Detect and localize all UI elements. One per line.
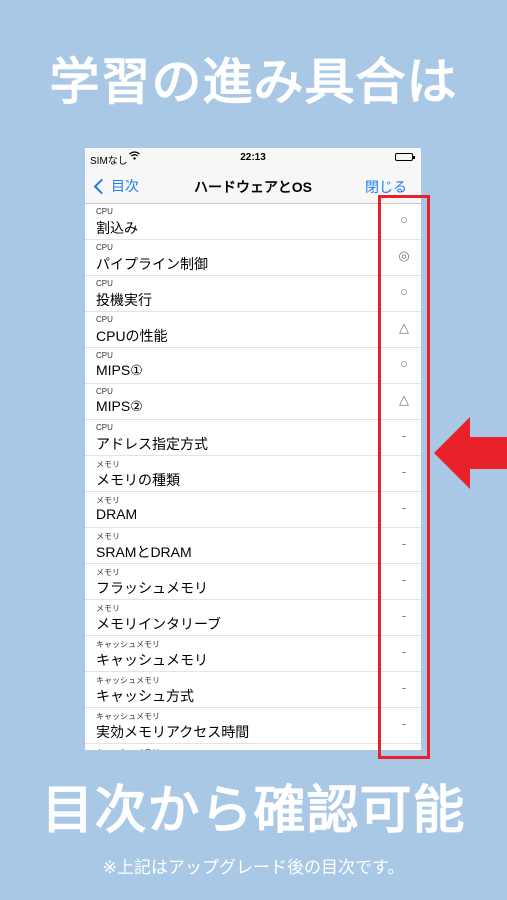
list-item[interactable]: キャッシュメモリ キャッシュメモリ - [85,636,421,672]
list-item-title: MIPS② [96,398,143,414]
list-item-category: キャッシュメモリ [96,712,160,721]
list-item-title: アドレス指定方式 [96,436,208,452]
list-item[interactable]: メモリ メモリインタリーブ - [85,600,421,636]
list-item-category: キャッシュメモリ [96,676,160,685]
list-item[interactable]: キャッシュメモリ キャッシュ方式 - [85,672,421,708]
list-item-category: メモリ [96,604,120,613]
battery-icon [395,153,415,161]
list-item-title: パイプライン制御 [96,256,208,272]
status-time: 22:13 [240,152,266,163]
list-item-category: CPU [96,351,113,360]
list-item[interactable]: CPU MIPS② △ [85,384,421,420]
list-item-title: メモリインタリーブ [96,616,222,632]
list-item[interactable]: キャッシュメモリ [85,744,421,750]
list-item-category: キャッシュメモリ [96,747,160,750]
list-item-title: キャッシュメモリ [96,652,208,668]
list-item-category: メモリ [96,496,120,505]
list-item[interactable]: CPU パイプライン制御 ◎ [85,240,421,276]
list-item[interactable]: CPU アドレス指定方式 - [85,420,421,456]
list-item-category: CPU [96,279,113,288]
list-item-title: DRAM [96,506,138,522]
list-item-category: メモリ [96,568,120,577]
headline-top: 学習の進み具合は [49,53,458,111]
list-item[interactable]: メモリ DRAM - [85,492,421,528]
list-item-title: 割込み [96,220,138,236]
list-item[interactable]: CPU 割込み ○ [85,204,421,240]
list-item-title: フラッシュメモリ [96,580,208,596]
red-arrow-icon [434,417,507,489]
phone-screen: SIMなし 22:13 目次 ハードウェアとOS 閉じる CPU 割込み ○ CPU パ… [85,148,421,750]
footnote: ※上記はアップグレード後の目次です。 [102,858,405,878]
chapter-list: CPU 割込み ○ CPU パイプライン制御 ◎ CPU 投機実行 ○ CPU CPUの性能 △ CPU… [85,204,421,750]
headline-bottom: 目次から確認可能 [41,781,466,841]
list-item[interactable]: キャッシュメモリ 実効メモリアクセス時間 - [85,708,421,744]
list-item-category: CPU [96,243,113,252]
navigation-bar: 目次 ハードウェアとOS 閉じる [85,168,421,204]
list-item-title: CPUの性能 [96,328,168,344]
list-item[interactable]: CPU 投機実行 ○ [85,276,421,312]
list-item-title: 実効メモリアクセス時間 [96,724,250,740]
list-item[interactable]: CPU MIPS① ○ [85,348,421,384]
list-item-category: メモリ [96,460,120,469]
close-button[interactable]: 閉じる [365,177,407,197]
progress-highlight-box [378,195,430,759]
list-item-title: MIPS① [96,362,143,378]
list-item[interactable]: メモリ メモリの種類 - [85,456,421,492]
list-item[interactable]: メモリ フラッシュメモリ - [85,564,421,600]
list-item-category: キャッシュメモリ [96,640,160,649]
list-item-title: キャッシュ方式 [96,688,194,704]
list-item-category: CPU [96,423,113,432]
list-item-category: CPU [96,387,113,396]
list-item-title: メモリの種類 [96,472,180,488]
list-item[interactable]: メモリ SRAMとDRAM - [85,528,421,564]
list-item-category: CPU [96,207,113,216]
list-item-title: SRAMとDRAM [96,544,192,560]
list-item[interactable]: CPU CPUの性能 △ [85,312,421,348]
status-bar: SIMなし 22:13 [85,148,421,168]
list-item-title: 投機実行 [96,292,152,308]
list-item-category: CPU [96,315,113,324]
list-item-category: メモリ [96,532,120,541]
